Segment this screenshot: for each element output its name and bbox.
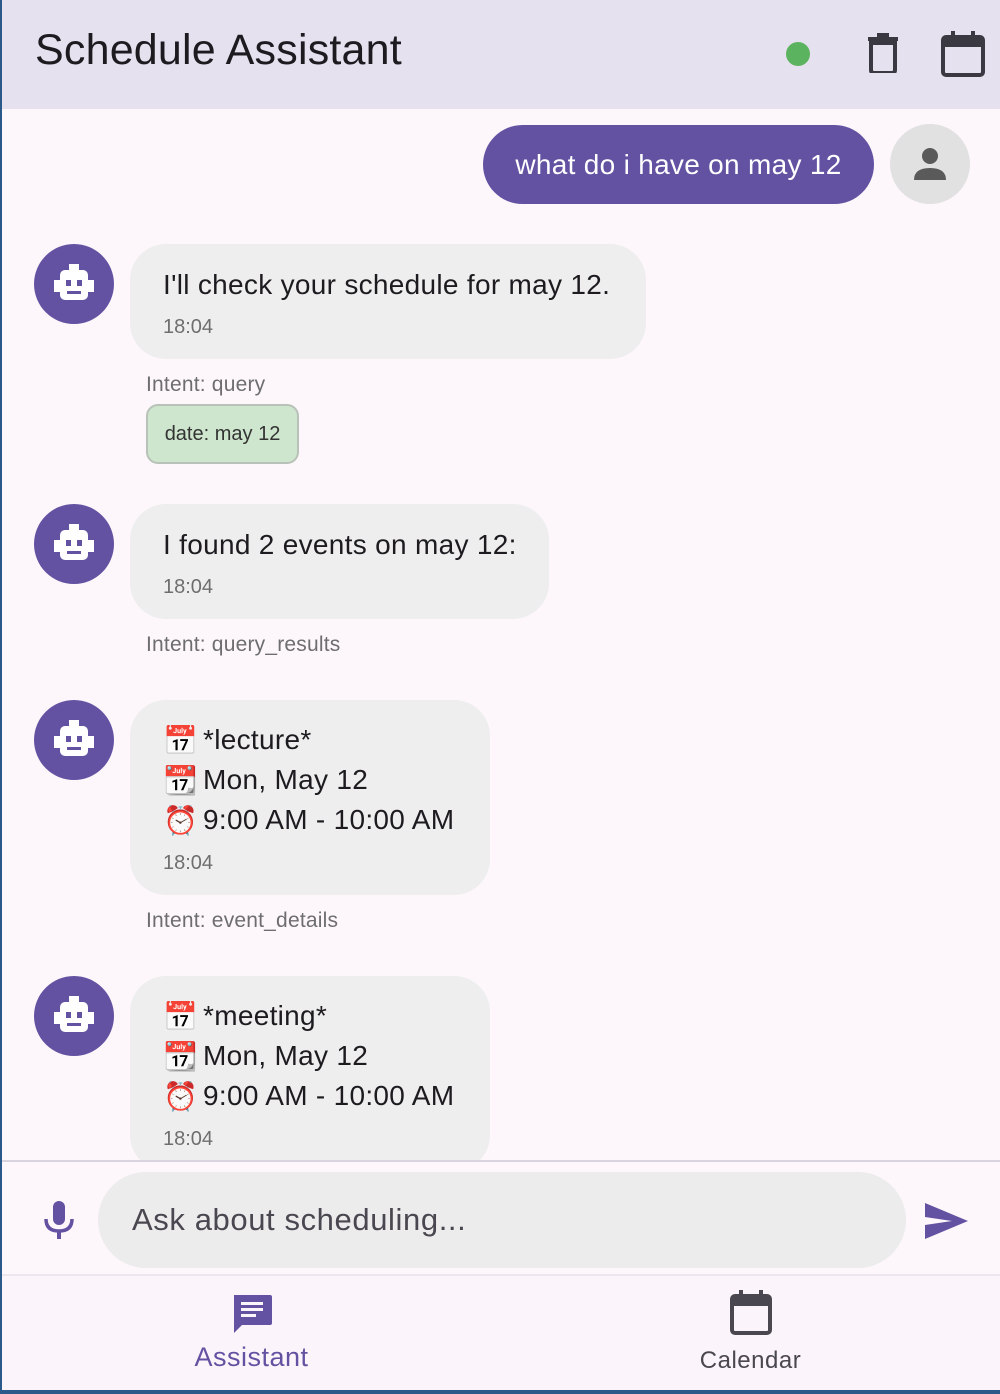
robot-icon xyxy=(54,720,94,756)
robot-icon xyxy=(54,996,94,1032)
entity-chip[interactable]: date: may 12 xyxy=(146,404,299,464)
person-icon xyxy=(914,148,946,180)
user-avatar xyxy=(890,124,970,204)
entity-chip-label: date: may 12 xyxy=(164,422,281,445)
event-title: *lecture* xyxy=(203,724,312,755)
app-bar: Schedule Assistant xyxy=(2,0,1000,109)
voice-input-button[interactable] xyxy=(38,1199,80,1241)
event-date-line: 📆 Mon, May 12 xyxy=(163,760,454,800)
bot-avatar xyxy=(34,700,114,780)
robot-icon xyxy=(54,524,94,560)
bottom-navigation: Assistant Calendar xyxy=(2,1274,1000,1390)
bot-message-bubble: I'll check your schedule for may 12. 18:… xyxy=(130,244,646,359)
bot-avatar xyxy=(34,504,114,584)
clear-chat-button[interactable] xyxy=(860,30,906,76)
message-input[interactable] xyxy=(98,1172,906,1268)
intent-label: Intent: query_results xyxy=(146,633,341,656)
chat-icon xyxy=(233,1295,272,1333)
event-date-line: 📆 Mon, May 12 xyxy=(163,1036,454,1076)
calendar-emoji-icon: 📅 xyxy=(163,723,199,757)
app-title: Schedule Assistant xyxy=(35,26,402,74)
message-timestamp: 18:04 xyxy=(163,576,214,598)
send-button[interactable] xyxy=(922,1197,970,1245)
bot-avatar xyxy=(34,976,114,1056)
alarm-clock-emoji-icon: ⏰ xyxy=(163,1079,199,1113)
message-timestamp: 18:04 xyxy=(163,316,214,338)
event-details-bubble: 📅 *meeting* 📆 Mon, May 12 ⏰ 9:00 AM - 10… xyxy=(130,976,490,1160)
event-time-line: ⏰ 9:00 AM - 10:00 AM xyxy=(163,800,454,840)
event-time-line: ⏰ 9:00 AM - 10:00 AM xyxy=(163,1076,454,1116)
connection-status-indicator xyxy=(786,42,810,66)
message-timestamp: 18:04 xyxy=(163,1128,214,1150)
intent-label: Intent: query xyxy=(146,373,266,396)
event-title-line: 📅 *meeting* xyxy=(163,996,454,1036)
message-timestamp: 18:04 xyxy=(163,852,214,874)
event-title-line: 📅 *lecture* xyxy=(163,720,454,760)
event-time: 9:00 AM - 10:00 AM xyxy=(203,1080,455,1111)
message-text: I found 2 events on may 12: xyxy=(163,529,517,560)
send-icon xyxy=(925,1203,968,1239)
bot-message-bubble: I found 2 events on may 12: 18:04 xyxy=(130,504,549,619)
message-text: I'll check your schedule for may 12. xyxy=(163,269,611,300)
nav-label: Calendar xyxy=(699,1347,802,1374)
calendar-emoji-icon: 📅 xyxy=(163,999,199,1033)
event-time: 9:00 AM - 10:00 AM xyxy=(203,804,455,835)
event-details: 📅 *lecture* 📆 Mon, May 12 ⏰ 9:00 AM - 10… xyxy=(163,720,454,840)
alarm-clock-emoji-icon: ⏰ xyxy=(163,803,199,837)
message-text: what do i have on may 12 xyxy=(515,148,842,180)
event-details-bubble: 📅 *lecture* 📆 Mon, May 12 ⏰ 9:00 AM - 10… xyxy=(130,700,490,895)
date-emoji-icon: 📆 xyxy=(163,1039,199,1073)
nav-item-calendar[interactable]: Calendar xyxy=(501,1276,1000,1390)
user-message-bubble: what do i have on may 12 xyxy=(483,125,874,204)
calendar-icon xyxy=(729,1290,772,1335)
event-details: 📅 *meeting* 📆 Mon, May 12 ⏰ 9:00 AM - 10… xyxy=(163,996,454,1116)
event-title: *meeting* xyxy=(203,1000,328,1031)
event-date: Mon, May 12 xyxy=(203,764,369,795)
delete-icon xyxy=(868,33,898,73)
robot-icon xyxy=(54,264,94,300)
nav-label: Assistant xyxy=(194,1342,309,1372)
intent-label: Intent: event_details xyxy=(146,909,339,932)
calendar-icon xyxy=(941,31,985,77)
event-date: Mon, May 12 xyxy=(203,1040,369,1071)
microphone-icon xyxy=(44,1201,74,1239)
bot-avatar xyxy=(34,244,114,324)
message-composer xyxy=(2,1160,1000,1272)
calendar-view-button[interactable] xyxy=(938,28,988,80)
nav-item-assistant[interactable]: Assistant xyxy=(2,1276,501,1390)
app-window: Schedule Assistant what do i have on may… xyxy=(2,0,1000,1390)
chat-messages: what do i have on may 12 I'll check your… xyxy=(2,109,1000,1160)
date-emoji-icon: 📆 xyxy=(163,763,199,797)
